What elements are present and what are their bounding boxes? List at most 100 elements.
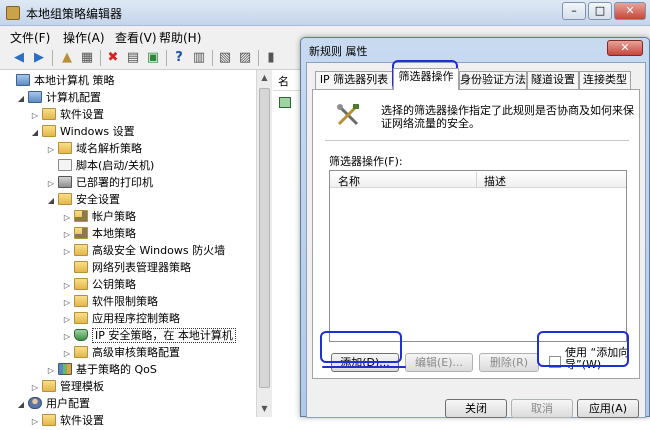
toolbar-separator [258, 50, 259, 66]
filter-action-icon[interactable]: ▨ [236, 49, 254, 67]
tree-node-network-list[interactable]: 网络列表管理器策略 [62, 259, 191, 276]
tree-node-scripts[interactable]: 脚本(启动/关机) [46, 157, 154, 174]
forward-icon[interactable]: ▶ [30, 49, 48, 67]
tree-node-dns-policy[interactable]: ▷ 域名解析策略 [46, 140, 142, 157]
up-folder-icon[interactable]: ▲ [58, 49, 76, 67]
dialog-apply-button[interactable]: 应用(A) [577, 399, 639, 418]
tree-expander[interactable]: ▷ [62, 294, 72, 311]
tree-expander[interactable]: ▷ [62, 277, 72, 294]
tree-expander[interactable]: ▷ [46, 362, 56, 379]
folder-icon [74, 278, 88, 290]
lock-folder-icon [74, 210, 88, 222]
tab-connection-type[interactable]: 连接类型 [579, 71, 631, 89]
tree-scrollbar[interactable]: ▲ ▼ [256, 70, 272, 417]
toolbar-separator [166, 50, 167, 66]
delete-icon[interactable]: ✖ [104, 49, 122, 67]
tree-expander[interactable]: ▷ [62, 311, 72, 328]
tab-tunnel-settings[interactable]: 隧道设置 [527, 71, 579, 89]
menu-file[interactable]: 文件(F) [10, 29, 50, 46]
tree-node-firewall[interactable]: ▷ 高级安全 Windows 防火墙 [62, 242, 225, 259]
tree-node-root[interactable]: 本地计算机 策略 [4, 72, 115, 89]
tree-expander[interactable]: ▷ [30, 107, 40, 124]
filter-actions-list[interactable]: 名称 描述 [329, 170, 627, 342]
tree-node-user-software-settings[interactable]: ▷ 软件设置 [30, 412, 104, 429]
help-icon[interactable]: ? [170, 49, 188, 67]
tree-expander[interactable]: ▷ [62, 328, 72, 345]
maximize-button[interactable]: □ [588, 2, 612, 20]
toolbar-separator [100, 50, 101, 66]
tree-node-admin-templates[interactable]: ▷ 管理模板 [30, 378, 104, 395]
tree-expander[interactable]: ▷ [62, 226, 72, 243]
tree-pane: 本地计算机 策略 ◢ 计算机配置 ▷ 软件设置 ◢ Windows 设置 ▷ 域名解析策… [0, 70, 272, 427]
tree-node-public-key[interactable]: ▷ 公钥策略 [62, 276, 136, 293]
tree-node-software-settings[interactable]: ▷ 软件设置 [30, 106, 104, 123]
tree-expander[interactable]: ◢ [16, 90, 26, 107]
export-list-icon[interactable]: ▣ [144, 49, 162, 67]
folder-icon [42, 108, 56, 120]
minimize-button[interactable]: – [562, 2, 586, 20]
annotation-underline [322, 366, 406, 368]
remove-button[interactable]: 删除(R) [479, 353, 539, 372]
filter-action-panel: 选择的筛选器操作指定了此规则是否协商及如何来保证网络流量的安全。 筛选器操作(F… [312, 89, 640, 379]
tree-expander[interactable]: ▷ [62, 209, 72, 226]
edit-button[interactable]: 编辑(E)... [405, 353, 473, 372]
toolbar-separator [52, 50, 53, 66]
details-pane: 名 [273, 70, 303, 417]
tree-node-local-policy[interactable]: ▷ 本地策略 [62, 225, 136, 242]
ip-filter-list-icon[interactable]: ▧ [216, 49, 234, 67]
column-description[interactable]: 描述 [484, 173, 506, 189]
tree-expander[interactable]: ◢ [46, 192, 56, 209]
ip-security-icon [74, 329, 88, 341]
tree-expander[interactable]: ▷ [62, 243, 72, 260]
tab-ip-filter-list[interactable]: IP 筛选器列表 [315, 71, 393, 89]
dialog-close-footer-button[interactable]: 关闭 [445, 399, 507, 418]
tree-node-printers[interactable]: ▷ 已部署的打印机 [46, 174, 153, 191]
tree-node-computer-config[interactable]: ◢ 计算机配置 [16, 89, 101, 106]
list-header: 名称 描述 [330, 171, 626, 188]
folder-icon [42, 125, 56, 137]
tree-node-app-control[interactable]: ▷ 应用程序控制策略 [62, 310, 180, 327]
tree-expander[interactable]: ▷ [46, 175, 56, 192]
dialog-cancel-button[interactable]: 取消 [511, 399, 573, 418]
tree-expander[interactable]: ▷ [62, 345, 72, 362]
back-icon[interactable]: ◀ [10, 49, 28, 67]
menu-help[interactable]: 帮助(H) [159, 29, 201, 46]
menu-view[interactable]: 查看(V) [115, 29, 157, 46]
tree-node-account-policy[interactable]: ▷ 帐户策略 [62, 208, 136, 225]
scrollbar-thumb[interactable] [259, 88, 270, 388]
tree-node-security-settings[interactable]: ◢ 安全设置 [46, 191, 120, 208]
close-button[interactable]: ✕ [614, 2, 646, 20]
tree-node-ip-security[interactable]: ▷ IP 安全策略，在 本地计算机 [62, 327, 236, 344]
column-name[interactable]: 名称 [338, 173, 360, 189]
tree-expander[interactable]: ▷ [30, 413, 40, 430]
dialog-title: 新规则 属性 [309, 45, 368, 58]
use-wizard-checkbox[interactable] [549, 356, 561, 368]
tab-filter-action[interactable]: 筛选器操作 [393, 68, 459, 90]
menu-action[interactable]: 操作(A) [63, 29, 105, 46]
add-button[interactable]: 添加(D)... [331, 353, 399, 372]
show-tree-icon[interactable]: ▦ [78, 49, 96, 67]
column-separator [476, 172, 477, 187]
tab-auth-methods[interactable]: 身份验证方法 [459, 71, 527, 89]
new-policy-icon[interactable]: ▮ [262, 49, 280, 67]
action-pane-icon[interactable]: ▥ [190, 49, 208, 67]
tree-expander[interactable]: ▷ [30, 379, 40, 396]
tree-expander[interactable]: ▷ [46, 141, 56, 158]
tree-node-windows-settings[interactable]: ◢ Windows 设置 [30, 123, 135, 140]
tree-node-user-config[interactable]: ◢ 用户配置 [16, 395, 90, 412]
policy-editor-icon [6, 6, 20, 20]
tree-expander[interactable]: ◢ [30, 124, 40, 141]
tree-node-audit-policy[interactable]: ▷ 高级审核策略配置 [62, 344, 180, 361]
script-icon [58, 159, 72, 171]
details-column-header[interactable]: 名 [273, 73, 303, 91]
filter-actions-label: 筛选器操作(F): [329, 155, 403, 168]
dialog-close-button[interactable]: ✕ [607, 40, 643, 56]
tree-expander[interactable]: ◢ [16, 396, 26, 413]
scroll-down-icon[interactable]: ▼ [257, 401, 272, 417]
toolbar-separator [212, 50, 213, 66]
use-wizard-label[interactable]: 使用 “添加向导”(W) [565, 347, 637, 371]
tree-node-qos[interactable]: ▷ 基于策略的 QoS [46, 361, 157, 378]
scroll-up-icon[interactable]: ▲ [257, 70, 272, 86]
tree-node-software-restriction[interactable]: ▷ 软件限制策略 [62, 293, 158, 310]
properties-icon[interactable]: ▤ [124, 49, 142, 67]
